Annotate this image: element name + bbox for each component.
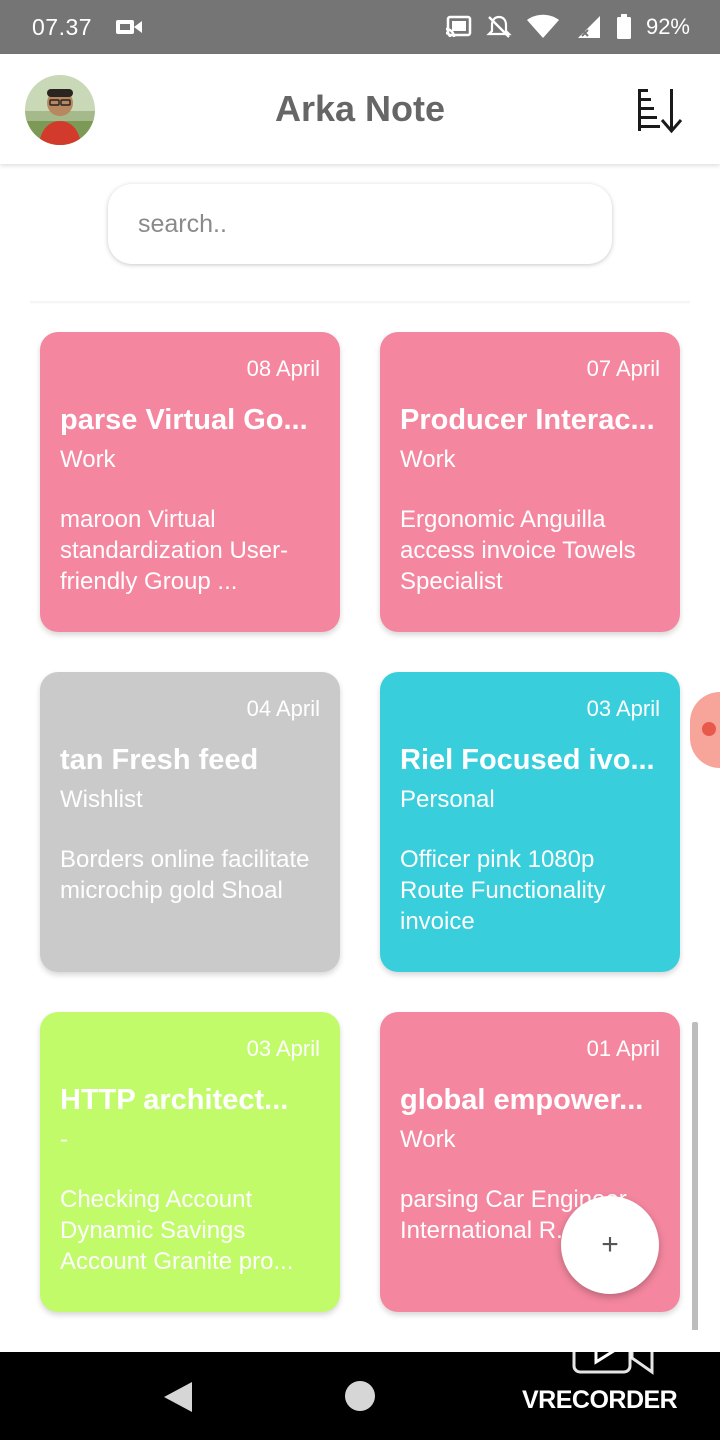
- note-title: tan Fresh feed: [60, 744, 259, 776]
- list-divider: [30, 301, 690, 305]
- note-date: 03 April: [246, 1036, 320, 1061]
- note-date: 08 April: [246, 356, 320, 381]
- note-title: global empower...: [400, 1084, 644, 1116]
- search-box: [108, 184, 612, 264]
- note-category: Work: [400, 1126, 456, 1153]
- wifi-icon: [525, 14, 559, 38]
- app-title: Arka Note: [274, 88, 446, 129]
- note-card[interactable]: 08 April parse Virtual Go... Work maroon…: [40, 332, 340, 632]
- floating-record-bubble[interactable]: [690, 692, 720, 768]
- video-recording-icon: [116, 20, 142, 34]
- note-date: 07 April: [586, 356, 660, 381]
- note-body: Officer pink 1080p Route Functionality i…: [400, 846, 606, 935]
- note-body: Ergonomic Anguilla access invoice Towels…: [400, 506, 636, 595]
- note-card[interactable]: 04 April tan Fresh feed Wishlist Borders…: [40, 672, 340, 972]
- status-icons: 92%: [444, 14, 690, 40]
- scrollbar[interactable]: [692, 1022, 698, 1332]
- note-category: Wishlist: [60, 786, 143, 813]
- note-body: maroon Virtual standardization User-frie…: [60, 506, 289, 595]
- note-card[interactable]: 03 April HTTP architect... - Checking Ac…: [40, 1012, 340, 1312]
- home-circle-icon[interactable]: [345, 1381, 375, 1411]
- note-category: Work: [60, 446, 116, 473]
- note-category: Work: [400, 446, 456, 473]
- sort-descending-icon: [638, 89, 683, 134]
- status-bar: 07.37 92%: [0, 0, 720, 54]
- note-card[interactable]: 03 April Riel Focused ivo... Personal Of…: [380, 672, 680, 972]
- note-title: Producer Interac...: [400, 404, 655, 436]
- note-body: Checking Account Dynamic Savings Account…: [60, 1186, 294, 1275]
- note-category: Personal: [400, 786, 495, 813]
- note-category: -: [60, 1126, 68, 1153]
- note-title: Riel Focused ivo...: [400, 744, 655, 776]
- signal-icon: [577, 16, 600, 38]
- plus-icon: +: [601, 1228, 619, 1261]
- battery-percent: 92%: [645, 14, 690, 39]
- app-bar: Arka Note: [0, 54, 720, 164]
- note-title: parse Virtual Go...: [60, 404, 308, 436]
- note-title: HTTP architect...: [60, 1084, 289, 1116]
- note-body: Borders online facilitate microchip gold…: [60, 846, 310, 904]
- status-time: 07.37: [32, 14, 93, 40]
- search-input[interactable]: [108, 184, 612, 264]
- record-dot-icon: [702, 722, 716, 736]
- sort-button[interactable]: [634, 86, 686, 134]
- back-triangle-icon[interactable]: [162, 1380, 194, 1414]
- video-camera-icon: [572, 1330, 654, 1375]
- note-date: 03 April: [586, 696, 660, 721]
- note-card[interactable]: 07 April Producer Interac... Work Ergono…: [380, 332, 680, 632]
- add-note-button[interactable]: +: [561, 1196, 659, 1294]
- battery-icon: [616, 14, 631, 39]
- note-date: 01 April: [586, 1036, 660, 1061]
- note-date: 04 April: [246, 696, 320, 721]
- cast-icon: [445, 15, 472, 38]
- recorder-watermark: VRECORDER: [522, 1326, 702, 1422]
- watermark-text: VRECORDER: [522, 1386, 678, 1414]
- mute-icon: [486, 15, 512, 38]
